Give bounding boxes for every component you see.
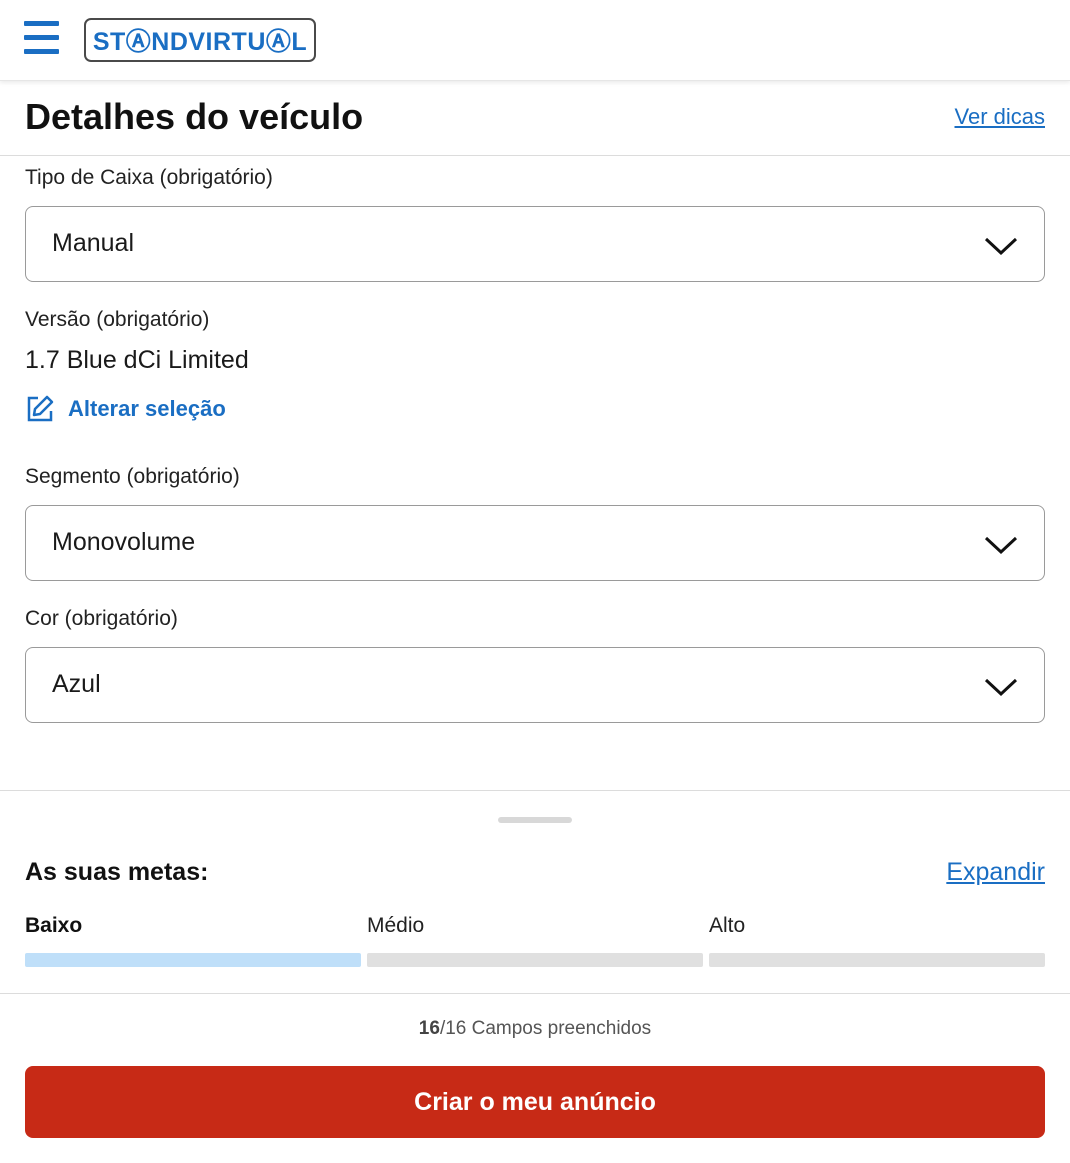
level-bar-medium [367, 953, 703, 967]
segment-label: Segmento (obrigatório) [25, 465, 240, 488]
change-selection-label: Alterar seleção [68, 396, 226, 421]
sheet-divider [0, 790, 1070, 791]
top-bar: STⒶNDVIRTUⒶL [0, 0, 1070, 81]
level-bar-low [25, 953, 361, 967]
chevron-down-icon [984, 237, 1018, 256]
page-header: Detalhes do veículo Ver dicas [0, 82, 1070, 156]
version-label: Versão (obrigatório) [25, 308, 210, 331]
footer-divider [0, 993, 1070, 994]
expand-link[interactable]: Expandir [946, 858, 1045, 887]
color-label: Cor (obrigatório) [25, 607, 178, 630]
level-label-low: Baixo [25, 914, 83, 937]
gearbox-select[interactable]: Manual [25, 206, 1045, 282]
gearbox-label: Tipo de Caixa (obrigatório) [25, 166, 273, 189]
create-ad-button[interactable]: Criar o meu anúncio [25, 1066, 1045, 1138]
color-value: Azul [52, 670, 101, 698]
version-value: 1.7 Blue dCi Limited [25, 346, 249, 374]
sheet-drag-handle[interactable] [498, 817, 572, 823]
level-bar-high [709, 953, 1045, 967]
fields-filled-count: 16 [418, 1018, 440, 1039]
standvirtual-logo[interactable]: STⒶNDVIRTUⒶL [84, 18, 316, 62]
level-label-high: Alto [709, 914, 746, 937]
edit-icon [27, 395, 54, 422]
goals-title: As suas metas: [25, 858, 209, 886]
fields-count: 16/16 Campos preenchidos [0, 1018, 1070, 1040]
gearbox-value: Manual [52, 229, 134, 257]
menu-icon[interactable] [24, 21, 60, 55]
segment-select[interactable]: Monovolume [25, 505, 1045, 581]
chevron-down-icon [984, 536, 1018, 555]
color-select[interactable]: Azul [25, 647, 1045, 723]
logo-text: STⒶNDVIRTUⒶL [92, 28, 308, 56]
change-selection-link[interactable]: Alterar seleção [25, 392, 226, 426]
tips-link[interactable]: Ver dicas [955, 104, 1046, 130]
segment-value: Monovolume [52, 528, 196, 556]
page-title: Detalhes do veículo [25, 96, 364, 137]
fields-total-text: /16 Campos preenchidos [439, 1018, 652, 1039]
chevron-down-icon [984, 678, 1018, 697]
level-label-medium: Médio [367, 914, 425, 937]
